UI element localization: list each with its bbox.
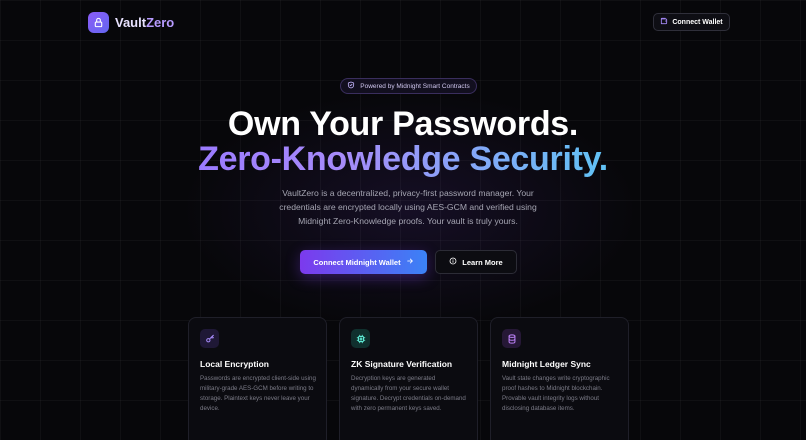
database-icon <box>502 329 521 348</box>
hero-title-line1: Own Your Passwords. <box>227 105 579 143</box>
badge-label: Powered by Midnight Smart Contracts <box>360 82 470 90</box>
powered-by-badge: Powered by Midnight Smart Contracts <box>340 78 477 94</box>
feature-title: Midnight Ledger Sync <box>502 359 591 369</box>
feature-title: Local Encryption <box>200 359 269 369</box>
arrow-right-icon <box>406 257 414 267</box>
feature-card-zk-signature: ZK Signature Verification Decryption key… <box>339 317 478 440</box>
feature-title: ZK Signature Verification <box>351 359 453 369</box>
lock-icon <box>88 12 109 33</box>
header-connect-wallet-button[interactable]: Connect Wallet <box>653 13 730 31</box>
secondary-cta-label: Learn More <box>462 257 503 267</box>
feature-card-ledger-sync: Midnight Ledger Sync Vault state changes… <box>490 317 629 440</box>
feature-body: Passwords are encrypted client-side usin… <box>200 375 316 412</box>
wallet-icon <box>660 17 668 27</box>
feature-body: Decryption keys are generated dynamicall… <box>351 375 466 412</box>
connect-midnight-wallet-button[interactable]: Connect Midnight Wallet <box>300 250 427 274</box>
brand[interactable]: VaultZero <box>88 12 174 33</box>
info-icon <box>449 257 457 267</box>
hero-title-line2: Zero-Knowledge Security. <box>198 140 608 178</box>
feature-card-local-encryption: Local Encryption Passwords are encrypted… <box>188 317 327 440</box>
top-bar: VaultZero Connect Wallet <box>0 0 806 44</box>
feature-body: Vault state changes write cryptographic … <box>502 375 610 412</box>
key-icon <box>200 329 219 348</box>
learn-more-button[interactable]: Learn More <box>435 250 517 274</box>
brand-name: VaultZero <box>115 15 175 30</box>
hero-description: VaultZero is a decentralized, privacy-fi… <box>279 188 537 226</box>
shield-icon <box>347 81 355 91</box>
primary-cta-label: Connect Midnight Wallet <box>313 257 401 267</box>
header-connect-wallet-label: Connect Wallet <box>672 18 723 26</box>
chip-icon <box>351 329 370 348</box>
